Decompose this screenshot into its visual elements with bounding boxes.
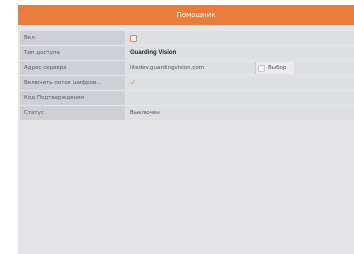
status-value: Выключен bbox=[125, 106, 354, 120]
row-access-type: Тип доступа Guarding Vision bbox=[20, 46, 354, 60]
row-stream-encryption: Включить поток шифров... ✓ bbox=[20, 76, 354, 90]
dialog-title: Помощник bbox=[18, 5, 354, 25]
row-status: Статус Выключен bbox=[20, 106, 354, 120]
row-verification-code: Код Подтверждения bbox=[20, 91, 354, 105]
settings-form: Вкл. Тип доступа Guarding Vision Адрес с… bbox=[20, 31, 354, 120]
row-server-address: Адрес сервера litedev.guardingvision.com… bbox=[20, 61, 354, 75]
status-label: Статус bbox=[20, 106, 125, 120]
dialog-panel: Помощник Вкл. Тип доступа Guarding Visio… bbox=[18, 5, 354, 254]
verification-code-input[interactable] bbox=[125, 91, 354, 105]
stream-encryption-label: Включить поток шифров... bbox=[20, 76, 125, 90]
enable-label: Вкл. bbox=[20, 31, 125, 45]
stream-encryption-value: ✓ bbox=[125, 76, 354, 90]
select-checkbox-icon bbox=[258, 64, 265, 72]
row-enable: Вкл. bbox=[20, 31, 354, 45]
server-address-label: Адрес сервера bbox=[20, 61, 125, 75]
access-type-value[interactable]: Guarding Vision bbox=[125, 46, 354, 60]
select-button-label: Выбор bbox=[268, 65, 287, 71]
server-address-field[interactable]: litedev.guardingvision.com bbox=[130, 61, 250, 75]
access-type-label: Тип доступа bbox=[20, 46, 125, 60]
enable-checkbox[interactable] bbox=[130, 34, 137, 42]
server-address-value: litedev.guardingvision.com Выбор bbox=[125, 61, 354, 75]
stream-encryption-checkbox[interactable]: ✓ bbox=[130, 76, 137, 90]
enable-value bbox=[125, 31, 354, 45]
select-server-button[interactable]: Выбор bbox=[255, 62, 295, 74]
verification-code-label: Код Подтверждения bbox=[20, 91, 125, 105]
